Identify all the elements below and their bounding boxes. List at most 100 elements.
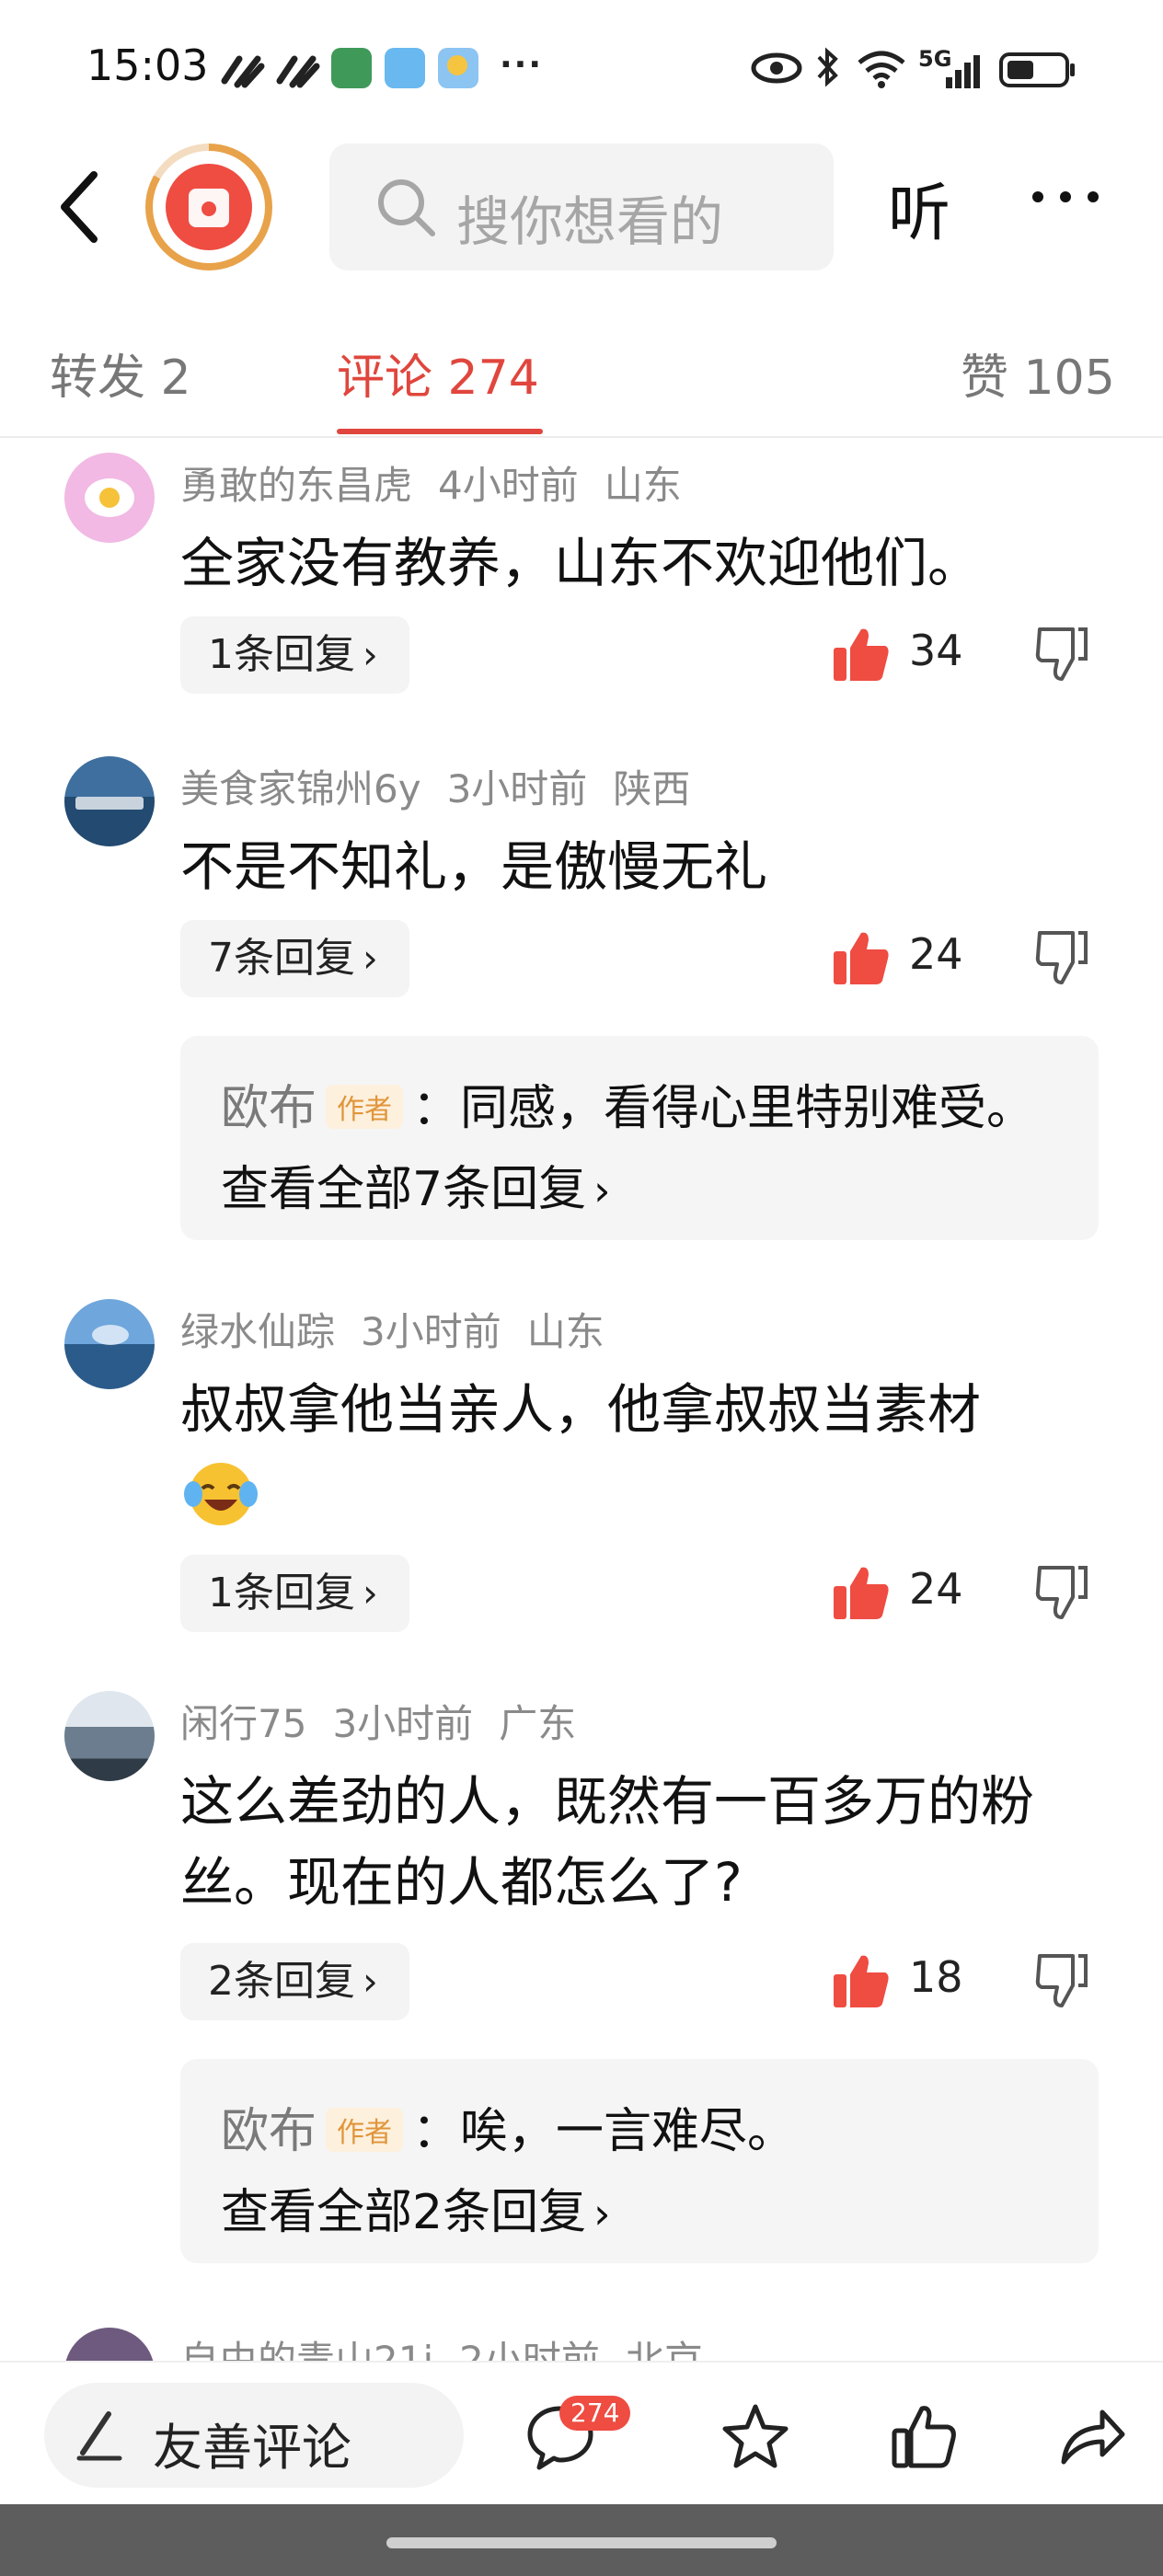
thumbs-down-icon[interactable] xyxy=(1034,626,1089,683)
eye-icon xyxy=(751,52,802,84)
author-name[interactable]: 欧布 xyxy=(221,1081,317,1136)
chevron-right-icon: › xyxy=(363,1570,378,1616)
comment-meta: 绿水仙踪 3小时前 山东 xyxy=(180,1301,630,1357)
replies-button[interactable]: 1条回复 › xyxy=(180,616,409,694)
home-gesture-handle[interactable] xyxy=(386,2537,777,2548)
back-button[interactable] xyxy=(52,166,116,248)
star-icon[interactable] xyxy=(720,2401,791,2473)
view-all-label: 查看全部7条回复 xyxy=(221,1162,587,1217)
comment-location: 山东 xyxy=(604,463,682,508)
like-count: 34 xyxy=(909,626,963,675)
chevron-right-icon: › xyxy=(363,936,378,981)
active-tab-indicator xyxy=(337,429,543,434)
like-count: 18 xyxy=(909,1952,963,2002)
battery-icon xyxy=(999,52,1075,87)
comment-text: 全家没有教养，山东不欢迎他们。 xyxy=(180,532,982,594)
share-icon[interactable] xyxy=(1056,2401,1128,2473)
more-notifications-icon: ··· xyxy=(500,46,544,84)
comment-text: 叔叔拿他当亲人，他拿叔叔当素材 xyxy=(180,1378,982,1441)
like-count: 24 xyxy=(909,1564,963,1614)
author-reply-text: ：同感，看得心里特别难受。 xyxy=(412,1081,1035,1136)
comment-time: 3小时前 xyxy=(332,1701,474,1746)
tab-comments[interactable]: 评论 274 xyxy=(337,339,539,408)
tab-forward[interactable]: 转发 2 xyxy=(50,339,191,408)
view-all-label: 查看全部2条回复 xyxy=(221,2185,587,2240)
comment-location: 山东 xyxy=(526,1309,605,1354)
author-tag: 作者 xyxy=(326,1085,404,1129)
thumbs-up-icon[interactable] xyxy=(832,1564,891,1621)
thumbs-down-icon[interactable] xyxy=(1034,1952,1089,2009)
laughing-crying-emoji-icon xyxy=(184,1463,258,1525)
chevron-right-icon: › xyxy=(363,632,378,677)
comment-time: 3小时前 xyxy=(446,766,588,811)
comment-count-badge: 274 xyxy=(559,2396,631,2431)
notification-icon xyxy=(221,55,265,88)
author-reply-box[interactable]: 欧布 作者 ：同感，看得心里特别难受。 查看全部7条回复 › xyxy=(180,1036,1099,1240)
system-navigation-bar xyxy=(0,2504,1163,2576)
divider xyxy=(0,436,1163,438)
chevron-right-icon: › xyxy=(593,1166,611,1215)
username[interactable]: 勇敢的东昌虎 xyxy=(180,463,412,508)
comment-meta: 美食家锦州6y 3小时前 陕西 xyxy=(180,758,716,814)
thumbs-up-icon[interactable] xyxy=(832,929,891,986)
author-avatar[interactable] xyxy=(145,144,272,270)
thumbs-down-icon[interactable] xyxy=(1034,929,1089,986)
thumbs-down-icon[interactable] xyxy=(1034,1564,1089,1621)
avatar[interactable] xyxy=(64,756,155,846)
replies-label: 2条回复 xyxy=(208,1958,355,2005)
username[interactable]: 美食家锦州6y xyxy=(180,766,421,811)
comment-meta: 闲行75 3小时前 广东 xyxy=(180,1693,602,1749)
comment-text: 这么差劲的人，既然有一百多万的粉丝。现在的人都怎么了? xyxy=(180,1770,1035,1914)
comment-input[interactable]: 友善评论 xyxy=(44,2383,464,2488)
thumbs-up-icon[interactable] xyxy=(832,1952,891,2009)
author-reply: 欧布 作者 ：唉，一言难尽。 xyxy=(221,2092,795,2161)
bluetooth-icon xyxy=(817,47,838,87)
listen-button[interactable]: 听 xyxy=(888,162,950,253)
author-tag: 作者 xyxy=(326,2108,404,2152)
weather-app-icon xyxy=(438,48,478,88)
tab-likes[interactable]: 赞 105 xyxy=(961,339,1115,408)
chevron-right-icon: › xyxy=(593,2189,611,2238)
avatar[interactable] xyxy=(64,453,155,543)
comment-text: 不是不知礼，是傲慢无礼 xyxy=(180,835,768,898)
replies-label: 1条回复 xyxy=(208,1570,355,1616)
view-all-replies-link[interactable]: 查看全部2条回复 › xyxy=(221,2173,611,2242)
comment-location: 陕西 xyxy=(613,766,691,811)
chevron-right-icon: › xyxy=(363,1959,378,2004)
username[interactable]: 闲行75 xyxy=(180,1701,306,1746)
author-reply: 欧布 作者 ：同感，看得心里特别难受。 xyxy=(221,1069,1034,1138)
author-name[interactable]: 欧布 xyxy=(221,2104,317,2159)
book-app-icon xyxy=(385,48,425,88)
notification-icon xyxy=(276,55,320,88)
search-icon xyxy=(378,179,435,236)
username[interactable]: 绿水仙踪 xyxy=(180,1309,335,1354)
replies-button[interactable]: 2条回复 › xyxy=(180,1943,409,2020)
clock: 15:03 xyxy=(86,40,209,90)
like-count: 24 xyxy=(909,929,963,979)
more-options-icon[interactable] xyxy=(1029,178,1102,215)
author-reply-box[interactable]: 欧布 作者 ：唉，一言难尽。 查看全部2条回复 › xyxy=(180,2059,1099,2263)
comment-time: 4小时前 xyxy=(438,463,579,508)
thumbs-up-icon[interactable] xyxy=(889,2401,961,2473)
search-input[interactable]: 搜你想看的 xyxy=(329,144,834,270)
replies-button[interactable]: 7条回复 › xyxy=(180,920,409,997)
pen-icon xyxy=(76,2411,122,2461)
signal-icon xyxy=(946,55,980,88)
status-bar: 15:03 ··· 5G xyxy=(0,0,1163,138)
comment-input-label: 友善评论 xyxy=(153,2419,351,2477)
comment-meta: 勇敢的东昌虎 4小时前 山东 xyxy=(180,454,708,511)
replies-label: 7条回复 xyxy=(208,935,355,982)
avatar[interactable] xyxy=(64,1691,155,1781)
view-all-replies-link[interactable]: 查看全部7条回复 › xyxy=(221,1150,611,1219)
thumbs-up-icon[interactable] xyxy=(832,626,891,683)
search-placeholder: 搜你想看的 xyxy=(456,190,724,253)
author-reply-text: ：唉，一言难尽。 xyxy=(412,2104,796,2159)
bottom-action-bar: 友善评论 274 xyxy=(0,2361,1163,2506)
replies-label: 1条回复 xyxy=(208,631,355,678)
wifi-icon xyxy=(858,51,905,88)
app-notification-icon xyxy=(331,48,372,88)
avatar[interactable] xyxy=(64,1299,155,1389)
replies-button[interactable]: 1条回复 › xyxy=(180,1555,409,1632)
comment-location: 广东 xyxy=(499,1701,577,1746)
comment-time: 3小时前 xyxy=(361,1309,501,1354)
